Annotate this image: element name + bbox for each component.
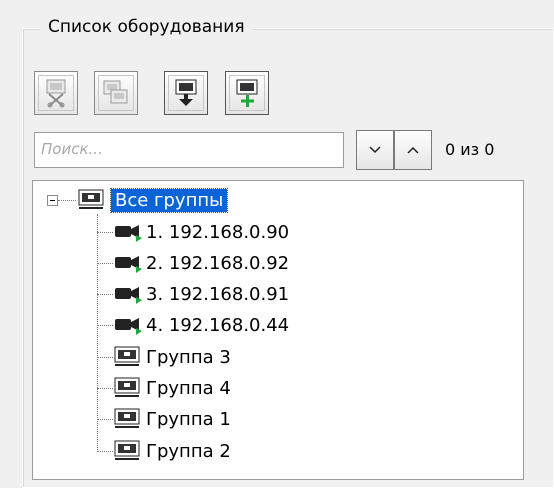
tree-connector xyxy=(58,200,76,201)
search-next-button[interactable] xyxy=(356,130,394,170)
chevron-down-icon xyxy=(369,146,381,154)
collapse-toggle[interactable] xyxy=(47,195,58,206)
tree-connector xyxy=(97,263,113,264)
camera-icon xyxy=(115,256,142,273)
tree-item-label: 3. 192.168.0.91 xyxy=(146,283,290,305)
tree-item-group[interactable]: Группа 1 xyxy=(112,405,231,433)
tree-connector xyxy=(97,388,113,389)
tree-connector xyxy=(97,419,113,420)
tree-item-label: Группа 4 xyxy=(146,377,231,399)
group-icon xyxy=(114,408,140,428)
device-cut-icon xyxy=(46,79,66,108)
group-icon xyxy=(114,377,140,397)
group-icon xyxy=(78,189,104,209)
tree-item-group[interactable]: Группа 2 xyxy=(112,437,231,465)
camera-icon xyxy=(115,287,142,304)
add-device-button[interactable] xyxy=(225,71,269,115)
device-add-icon xyxy=(236,79,258,107)
search-prev-button[interactable] xyxy=(394,130,432,170)
tree-connector xyxy=(97,451,113,452)
device-download-icon xyxy=(175,79,197,106)
tree-item-label: Группа 1 xyxy=(146,408,231,430)
tree-connector xyxy=(97,214,98,452)
tree-item-camera[interactable]: 2. 192.168.0.92 xyxy=(112,249,289,277)
tree-item-label: Группа 3 xyxy=(146,346,231,368)
import-device-button[interactable] xyxy=(164,71,208,115)
tree-item-label: 2. 192.168.0.92 xyxy=(146,252,290,274)
tree-item-camera[interactable]: 4. 192.168.0.44 xyxy=(112,311,289,339)
tree-item-label: 4. 192.168.0.44 xyxy=(146,314,290,336)
tree-item-group[interactable]: Группа 3 xyxy=(112,343,231,371)
tree-connector xyxy=(97,357,113,358)
copy-device-button[interactable] xyxy=(94,71,138,115)
tree-root-all-groups[interactable]: Все группы xyxy=(77,186,229,214)
tree-item-group[interactable]: Группа 4 xyxy=(112,374,231,402)
remove-device-button[interactable] xyxy=(34,71,78,115)
camera-icon xyxy=(115,318,142,335)
search-input[interactable]: Поиск... xyxy=(34,132,344,168)
group-icon xyxy=(114,440,140,460)
tree-item-label: Группа 2 xyxy=(146,440,231,462)
tree-item-label: 1. 192.168.0.90 xyxy=(146,221,290,243)
tree-connector xyxy=(97,232,113,233)
tree-connector xyxy=(97,294,113,295)
tree-root-label: Все группы xyxy=(109,187,229,213)
tree-item-camera[interactable]: 1. 192.168.0.90 xyxy=(112,218,289,246)
camera-icon xyxy=(115,225,142,242)
chevron-up-icon xyxy=(407,146,419,154)
tree-connector xyxy=(97,325,113,326)
tree-item-camera[interactable]: 3. 192.168.0.91 xyxy=(112,280,289,308)
device-copy-icon xyxy=(103,80,128,104)
panel-title: Список оборудования xyxy=(40,17,253,37)
group-icon xyxy=(114,346,140,366)
search-result-counter: 0 из 0 xyxy=(445,140,495,159)
